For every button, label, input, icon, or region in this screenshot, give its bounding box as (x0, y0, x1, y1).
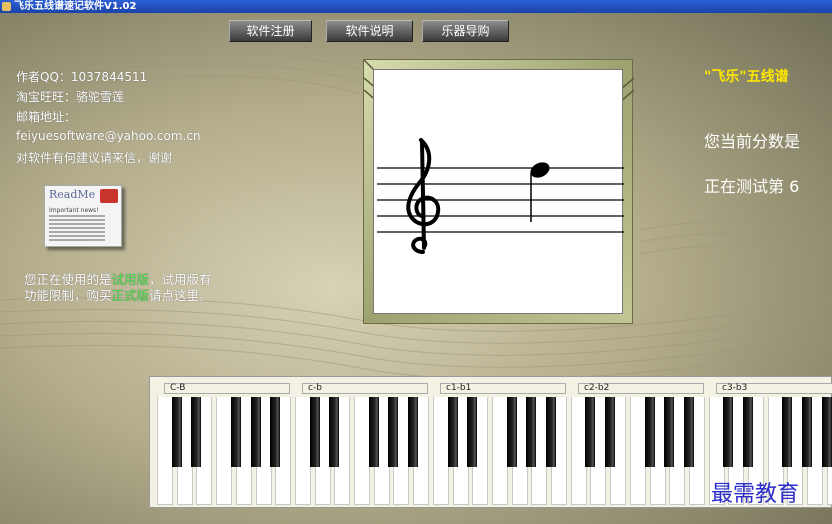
note-head-icon (530, 162, 550, 222)
white-key[interactable] (354, 397, 370, 505)
black-key[interactable] (644, 397, 655, 467)
black-key[interactable] (605, 397, 616, 467)
author-qq: 作者QQ：1037844511 (16, 70, 148, 84)
readme-button[interactable]: ReadMe Important news! (44, 185, 122, 247)
black-key[interactable] (270, 397, 281, 467)
black-key[interactable] (467, 397, 478, 467)
full-version-link[interactable]: 正式版 (112, 288, 150, 303)
black-key[interactable] (743, 397, 753, 467)
black-key[interactable] (447, 397, 458, 467)
octave-label-c1-b1: c1-b1 (440, 383, 566, 394)
black-key[interactable] (329, 397, 340, 467)
email-label: 邮箱地址： (16, 110, 77, 124)
suggestion-text: 对软件有何建议请来信，谢谢 (16, 151, 173, 165)
black-key[interactable] (368, 397, 379, 467)
octave-label-c3-b3: c3-b3 (716, 383, 832, 394)
window-title: 飞乐五线谱速记软件V1.02 (14, 1, 137, 12)
black-key[interactable] (723, 397, 734, 467)
app-icon (2, 2, 11, 11)
score-canvas (373, 69, 624, 314)
readme-text-lines (49, 215, 105, 243)
register-button[interactable]: 软件注册 (229, 20, 312, 42)
white-key[interactable] (491, 397, 508, 505)
trial-notice: 您正在使用的是试用版，试用版有功能限制，购买正式版请点这里。 (24, 272, 214, 304)
black-key[interactable] (408, 397, 419, 467)
white-key[interactable] (216, 397, 233, 505)
trial-text-part1: 您正在使用的是 (24, 272, 112, 287)
black-key[interactable] (250, 397, 261, 467)
white-key[interactable] (629, 397, 646, 505)
readme-subtitle: Important news! (49, 207, 99, 214)
music-staff (377, 138, 624, 254)
black-key[interactable] (546, 397, 556, 467)
black-key[interactable] (664, 397, 675, 467)
white-key[interactable] (570, 397, 587, 505)
black-key[interactable] (683, 397, 694, 467)
black-key[interactable] (191, 397, 202, 467)
app-brand-title: "飞乐"五线谱 (704, 69, 789, 85)
watermark-text: 最需教育 (711, 482, 800, 507)
black-key[interactable] (230, 397, 241, 467)
author-taobao: 淘宝旺旺：骆驼雪莲 (16, 90, 125, 104)
black-key[interactable] (506, 397, 517, 467)
score-display-frame (363, 59, 634, 324)
black-key[interactable] (309, 397, 320, 467)
current-score-text: 您当前分数是 (704, 132, 801, 151)
black-key[interactable] (585, 397, 596, 467)
disk-icon (100, 189, 118, 203)
black-key[interactable] (388, 397, 399, 467)
readme-title: ReadMe (49, 188, 96, 201)
white-key[interactable] (157, 397, 173, 505)
treble-clef-icon (406, 138, 441, 254)
black-key[interactable] (171, 397, 182, 467)
black-key[interactable] (526, 397, 537, 467)
window-title-bar[interactable]: 飞乐五线谱速记软件V1.02 (0, 0, 832, 13)
manual-button[interactable]: 软件说明 (326, 20, 413, 42)
trial-version-link[interactable]: 试用版 (112, 272, 150, 287)
white-key[interactable] (432, 397, 449, 505)
octave-label-c-b: c-b (302, 383, 428, 394)
test-progress-text: 正在测试第 6 (704, 177, 800, 196)
octave-label-c2-b2: c2-b2 (578, 383, 704, 394)
shop-button[interactable]: 乐器导购 (422, 20, 509, 42)
black-key[interactable] (821, 397, 832, 467)
black-key[interactable] (782, 397, 793, 467)
trial-text-part3[interactable]: 请点这里。 (149, 288, 212, 303)
black-key[interactable] (802, 397, 813, 467)
octave-label-C-B: C-B (164, 383, 290, 394)
author-email[interactable]: feiyuesoftware@yahoo.com.cn (16, 129, 201, 143)
white-key[interactable] (294, 397, 311, 505)
